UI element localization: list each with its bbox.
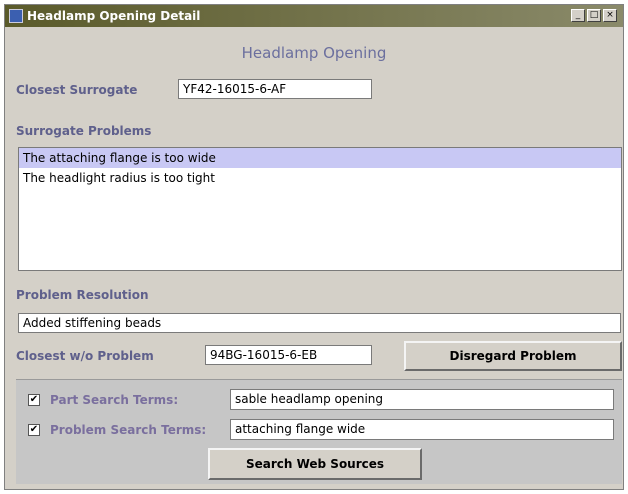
maximize-button[interactable]: □: [587, 9, 601, 22]
headlamp-opening-detail-window: Headlamp Opening Detail _ □ × Headlamp O…: [4, 4, 624, 490]
closest-surrogate-field[interactable]: YF42-16015-6-AF: [178, 79, 372, 99]
window-title: Headlamp Opening Detail: [27, 9, 201, 23]
closest-without-problem-label: Closest w/o Problem: [16, 349, 154, 363]
app-icon: [9, 9, 23, 23]
part-search-checkbox[interactable]: ✔: [28, 394, 40, 406]
page-heading: Headlamp Opening: [241, 44, 387, 62]
close-button[interactable]: ×: [603, 9, 617, 22]
minimize-button[interactable]: _: [571, 9, 585, 22]
closest-without-problem-field[interactable]: 94BG-16015-6-EB: [205, 345, 372, 365]
disregard-problem-button[interactable]: Disregard Problem: [404, 341, 622, 371]
part-search-terms-field[interactable]: sable headlamp opening: [230, 389, 614, 410]
list-item[interactable]: The headlight radius is too tight: [19, 168, 621, 188]
problem-search-terms-label: Problem Search Terms:: [50, 423, 207, 437]
surrogate-problems-label: Surrogate Problems: [16, 124, 152, 138]
problem-resolution-label: Problem Resolution: [16, 288, 149, 302]
search-web-sources-button[interactable]: Search Web Sources: [208, 448, 422, 480]
part-search-terms-label: Part Search Terms:: [50, 393, 179, 407]
list-item[interactable]: The attaching flange is too wide: [19, 148, 621, 168]
problem-search-checkbox[interactable]: ✔: [28, 424, 40, 436]
closest-surrogate-label: Closest Surrogate: [16, 83, 138, 97]
problem-resolution-field[interactable]: Added stiffening beads: [18, 313, 621, 333]
web-search-panel: ✔ Part Search Terms: sable headlamp open…: [16, 379, 622, 484]
surrogate-problems-list[interactable]: The attaching flange is too wide The hea…: [18, 147, 622, 271]
problem-search-terms-field[interactable]: attaching flange wide: [230, 419, 614, 440]
title-bar[interactable]: Headlamp Opening Detail _ □ ×: [5, 5, 623, 27]
content-area: Headlamp Opening Closest Surrogate YF42-…: [5, 27, 623, 489]
